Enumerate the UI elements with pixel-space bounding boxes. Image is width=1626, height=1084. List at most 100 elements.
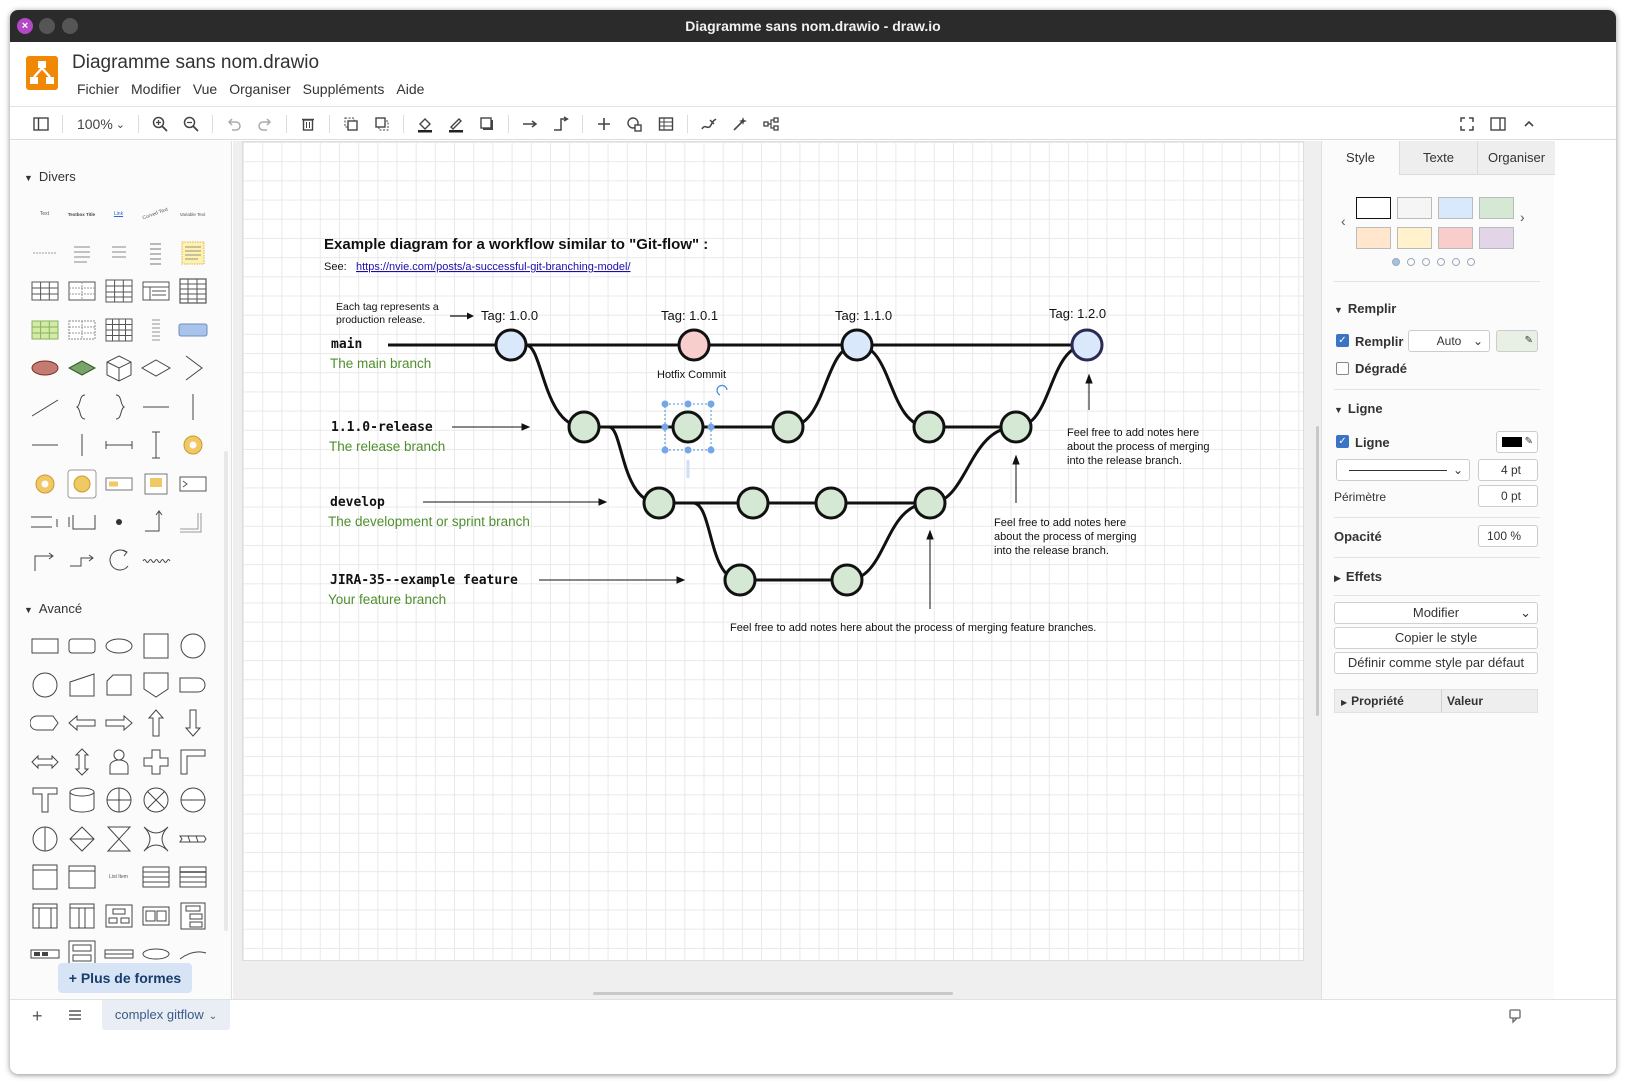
shape-arrow-right[interactable] <box>100 704 137 743</box>
shape-list-item[interactable] <box>137 311 174 350</box>
shape-variable-text[interactable]: Variable Text <box>174 195 211 234</box>
shape-step-arrow[interactable] <box>26 542 63 581</box>
shape-arrow-down[interactable] <box>174 704 211 743</box>
pages-menu-icon[interactable] <box>68 1008 82 1027</box>
shape-bullet-list[interactable] <box>63 234 100 273</box>
shape-offpage[interactable] <box>137 666 174 705</box>
swatch-1[interactable] <box>1356 197 1391 219</box>
branch-develop-desc[interactable]: The development or sprint branch <box>328 514 530 529</box>
gitflow-diagram[interactable]: Example diagram for a workflow similar t… <box>243 142 1305 962</box>
tag-1-2-0[interactable]: Tag: 1.2.0 <box>1049 306 1106 321</box>
branch-develop-name[interactable]: develop <box>330 495 385 510</box>
shape-curved-text[interactable]: Curved Text <box>137 195 174 234</box>
menu-help[interactable]: Aide <box>391 81 429 97</box>
tag-1-0-0[interactable]: Tag: 1.0.0 <box>481 308 538 323</box>
shape-textbox-title[interactable]: Textbox Title <box>63 195 100 234</box>
feedback-icon[interactable] <box>1508 1008 1522 1029</box>
section-divers[interactable]: ▼ Divers <box>24 169 76 184</box>
note-feature[interactable]: Feel free to add notes here about the pr… <box>730 622 1096 634</box>
line-checkbox[interactable]: ✓ <box>1336 435 1349 448</box>
zoom-out-icon[interactable] <box>181 113 201 135</box>
shape-note[interactable] <box>174 234 211 273</box>
shape-double-arrow-left[interactable] <box>63 704 100 743</box>
tab-text[interactable]: Texte <box>1399 141 1477 175</box>
fill-section-header[interactable]: ▼ Remplir <box>1334 301 1396 316</box>
shape-dimension-h[interactable] <box>100 426 137 465</box>
note-release-mid[interactable]: Feel free to add notes here about the pr… <box>994 517 1136 557</box>
menu-file[interactable]: Fichier <box>72 81 124 97</box>
diagram-title[interactable]: Example diagram for a workflow similar t… <box>324 236 708 253</box>
waypoints-icon[interactable] <box>551 113 571 135</box>
branch-main-name[interactable]: main <box>331 337 362 352</box>
delete-icon[interactable] <box>298 113 318 135</box>
set-default-style-button[interactable]: Définir comme style par défaut <box>1334 652 1538 674</box>
shape-corner[interactable] <box>174 743 211 782</box>
shape-curved-arrow[interactable] <box>100 542 137 581</box>
shape-dimension-v[interactable] <box>137 426 174 465</box>
shape-dot[interactable] <box>100 503 137 542</box>
fullscreen-icon[interactable] <box>1457 113 1477 135</box>
swatch-2[interactable] <box>1397 197 1432 219</box>
shape-rhombus[interactable] <box>137 349 174 388</box>
left-panel-scrollbar[interactable] <box>224 451 228 931</box>
layout-icon[interactable] <box>761 113 781 135</box>
shape-gear-puzzle-2[interactable] <box>26 465 63 504</box>
branch-release-name[interactable]: 1.1.0-release <box>331 420 433 435</box>
menu-view[interactable]: Vue <box>188 81 222 97</box>
shape-elbow-arrow[interactable] <box>137 503 174 542</box>
shape-sum-junction[interactable] <box>137 781 174 820</box>
insert-plus-icon[interactable] <box>594 113 614 135</box>
shape-vertical-line[interactable] <box>174 388 211 427</box>
shape-diagonal-line[interactable] <box>26 388 63 427</box>
line-color-icon[interactable] <box>446 113 466 135</box>
shape-circle-2[interactable] <box>26 666 63 705</box>
shape-angle[interactable] <box>174 349 211 388</box>
note-release-top[interactable]: Feel free to add notes here about the pr… <box>1067 427 1209 467</box>
shape-double-arrow-v[interactable] <box>63 743 100 782</box>
connection-arrow-icon[interactable] <box>520 113 540 135</box>
zoom-in-icon[interactable] <box>150 113 170 135</box>
shape-zigzag-arrow[interactable] <box>63 542 100 581</box>
shape-tape[interactable] <box>174 820 211 859</box>
diagram-link[interactable]: https://nvie.com/posts/a-successful-git-… <box>356 261 631 273</box>
shape-gear-selected[interactable] <box>63 465 100 504</box>
shape-image-card[interactable] <box>137 465 174 504</box>
shape-table-3col[interactable] <box>100 272 137 311</box>
tag-1-0-1[interactable]: Tag: 1.0.1 <box>661 308 718 323</box>
shape-curly-open[interactable] <box>63 388 100 427</box>
swatch-6[interactable] <box>1397 227 1432 249</box>
swatch-next-chevron-icon[interactable]: › <box>1520 209 1525 225</box>
diagram-page[interactable]: Example diagram for a workflow similar t… <box>242 141 1304 961</box>
shape-curly-close[interactable] <box>100 388 137 427</box>
shape-list-box[interactable] <box>137 858 174 897</box>
swatch-page-dot-3[interactable] <box>1422 258 1430 266</box>
shape-star-4[interactable] <box>137 820 174 859</box>
shape-delay[interactable] <box>174 666 211 705</box>
shape-actor[interactable] <box>100 743 137 782</box>
shape-gear-puzzle[interactable] <box>174 426 211 465</box>
shape-columns[interactable] <box>26 897 63 936</box>
fill-mode-select[interactable]: Auto ⌄ <box>1408 330 1490 352</box>
swatch-page-dot-2[interactable] <box>1407 258 1415 266</box>
shape-org-box-2[interactable] <box>137 897 174 936</box>
shape-hatched-ellipse[interactable] <box>26 349 63 388</box>
to-back-icon[interactable] <box>372 113 392 135</box>
shape-bracket-lines[interactable] <box>26 503 63 542</box>
canvas-vertical-scrollbar[interactable] <box>1316 426 1319 716</box>
menu-edit[interactable]: Modifier <box>126 81 186 97</box>
shape-t-shape[interactable] <box>26 781 63 820</box>
swatch-8[interactable] <box>1479 227 1514 249</box>
shape-org-box[interactable] <box>100 897 137 936</box>
shape-half-circle[interactable] <box>174 781 211 820</box>
shape-rounded-rectangle[interactable] <box>63 627 100 666</box>
swatch-page-dot-4[interactable] <box>1437 258 1445 266</box>
shape-numbered-list[interactable] <box>100 234 137 273</box>
shape-dashed-table[interactable] <box>63 311 100 350</box>
branch-feature-desc[interactable]: Your feature branch <box>328 592 446 607</box>
edit-style-select[interactable]: Modifier ⌄ <box>1334 602 1538 624</box>
shape-or[interactable] <box>100 781 137 820</box>
magic-wand-icon[interactable] <box>730 113 750 135</box>
diagram-see-label[interactable]: See: <box>324 261 347 273</box>
shape-rectangle[interactable] <box>26 627 63 666</box>
shape-ellipse[interactable] <box>100 627 137 666</box>
